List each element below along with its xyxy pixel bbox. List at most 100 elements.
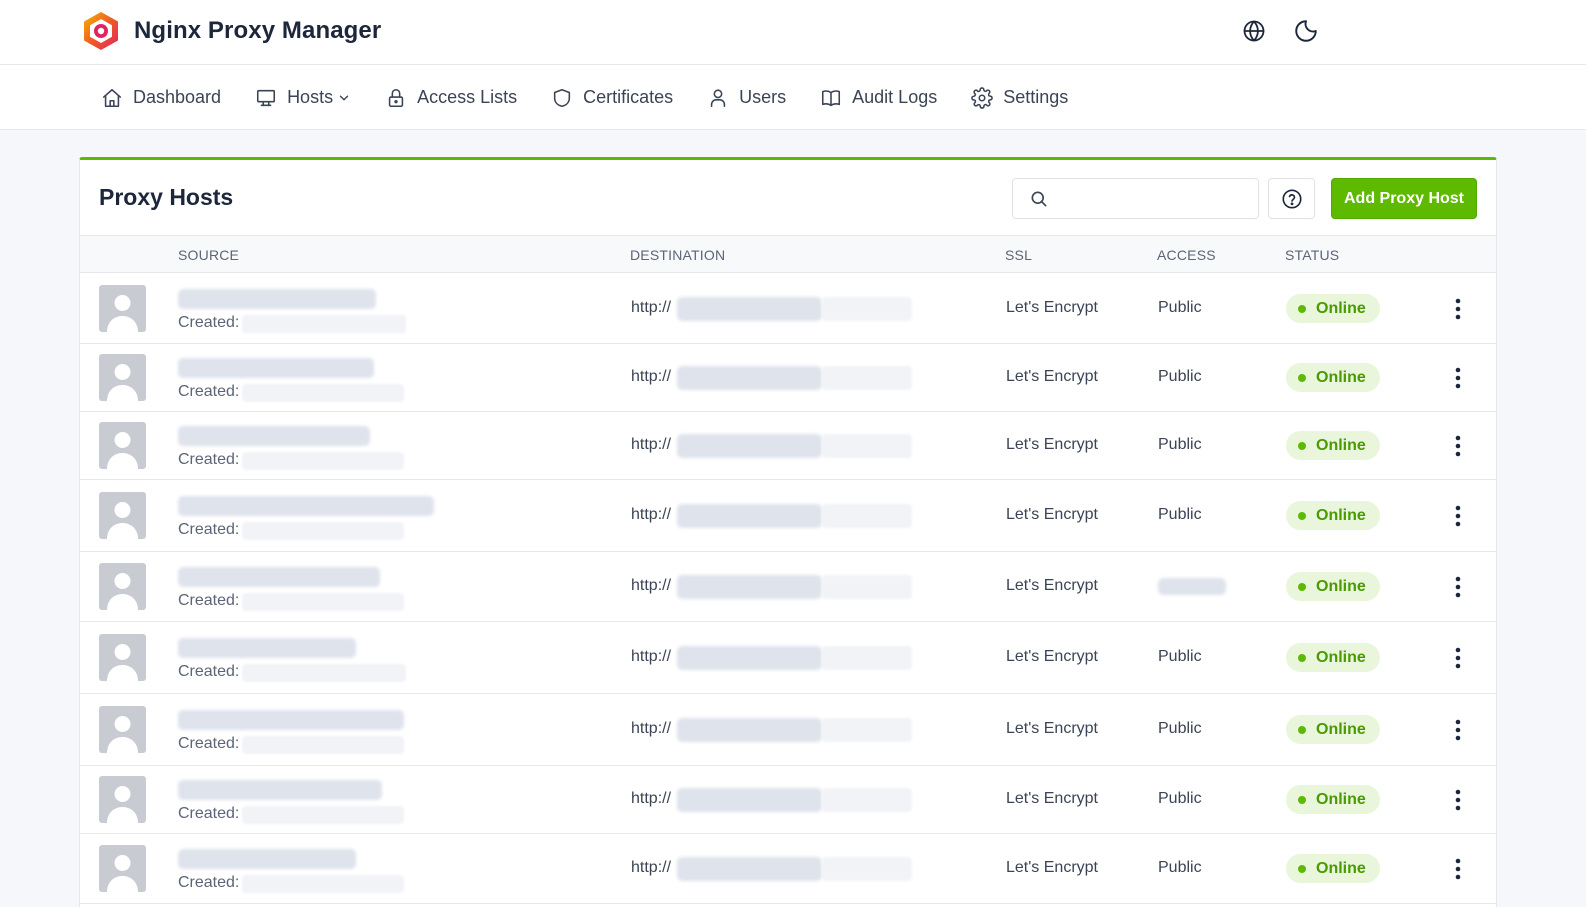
destination-redacted: [677, 504, 822, 528]
table-row[interactable]: Created: http:// Let's Encrypt Public On…: [80, 834, 1496, 904]
nav-item-dashboard[interactable]: Dashboard: [100, 65, 221, 130]
access-value: Public: [1158, 506, 1202, 523]
card-header: Proxy Hosts Add Proxy Host: [80, 160, 1496, 236]
monitor-icon: [254, 86, 278, 110]
created-date-redacted: [242, 452, 404, 470]
status-label: Online: [1316, 299, 1366, 317]
created-label: Created:: [178, 592, 240, 609]
gear-icon: [970, 86, 994, 110]
status-badge: Online: [1286, 785, 1380, 814]
nav-item-label: Access Lists: [417, 87, 518, 107]
created-date-redacted: [242, 593, 404, 611]
row-actions-button[interactable]: [1446, 573, 1470, 601]
row-actions-button[interactable]: [1446, 502, 1470, 530]
table-row[interactable]: Created: http:// Let's Encrypt Public On…: [80, 766, 1496, 834]
nav-item-label: Settings: [1003, 87, 1069, 107]
globe-icon[interactable]: [1240, 17, 1268, 45]
chevron-down-icon: [337, 91, 351, 105]
nav-item-settings[interactable]: Settings: [970, 65, 1068, 130]
destination-port-redacted: [822, 646, 912, 670]
table-row[interactable]: Created: http:// Let's Encrypt Public On…: [80, 480, 1496, 552]
created-date-redacted: [242, 875, 404, 893]
destination-port-redacted: [822, 297, 912, 321]
row-actions-button[interactable]: [1446, 786, 1470, 814]
avatar: [99, 634, 146, 681]
more-vertical-icon: [1455, 435, 1461, 457]
row-actions-button[interactable]: [1446, 644, 1470, 672]
destination-redacted: [677, 788, 822, 812]
status-dot-icon: [1298, 795, 1306, 804]
status-badge: Online: [1286, 363, 1380, 392]
status-badge: Online: [1286, 431, 1380, 460]
row-actions-button[interactable]: [1446, 716, 1470, 744]
book-icon: [819, 86, 843, 110]
row-actions-button[interactable]: [1446, 364, 1470, 392]
avatar: [99, 492, 146, 539]
table-header: SOURCE DESTINATION SSL ACCESS STATUS: [80, 236, 1496, 273]
destination-redacted: [677, 575, 822, 599]
table-row[interactable]: Created: http:// Let's Encrypt Online: [80, 552, 1496, 622]
more-vertical-icon: [1455, 719, 1461, 741]
app-logo-icon: [84, 12, 118, 50]
status-label: Online: [1316, 368, 1366, 386]
help-button[interactable]: [1268, 178, 1315, 219]
user-icon: [706, 86, 730, 110]
row-actions-button[interactable]: [1446, 855, 1470, 883]
ssl-value: Let's Encrypt: [1006, 436, 1098, 453]
column-header-source[interactable]: SOURCE: [178, 247, 239, 263]
destination-prefix: http://: [631, 720, 672, 737]
column-header-ssl[interactable]: SSL: [1005, 247, 1032, 263]
column-header-access[interactable]: ACCESS: [1157, 247, 1216, 263]
source-domain-redacted: [178, 849, 356, 869]
nav-item-access-lists[interactable]: Access Lists: [384, 65, 517, 130]
lock-icon: [384, 86, 408, 110]
search-box[interactable]: [1012, 178, 1259, 219]
destination-prefix: http://: [631, 506, 672, 523]
ssl-value: Let's Encrypt: [1006, 506, 1098, 523]
destination-prefix: http://: [631, 790, 672, 807]
nav-item-label: Users: [739, 87, 787, 107]
nav-item-users[interactable]: Users: [706, 65, 786, 130]
source-domain-redacted: [178, 289, 376, 309]
access-value: Public: [1158, 720, 1202, 737]
column-header-destination[interactable]: DESTINATION: [630, 247, 725, 263]
nav-item-label: Audit Logs: [852, 87, 938, 107]
more-vertical-icon: [1455, 789, 1461, 811]
created-label: Created:: [178, 314, 240, 331]
destination-redacted: [677, 857, 822, 881]
search-input[interactable]: [1057, 179, 1252, 218]
created-label: Created:: [178, 663, 240, 680]
created-date-redacted: [242, 664, 406, 682]
row-actions-button[interactable]: [1446, 295, 1470, 323]
status-label: Online: [1316, 436, 1366, 454]
moon-icon[interactable]: [1292, 17, 1320, 45]
table-row[interactable]: Created: http:// Let's Encrypt Public On…: [80, 694, 1496, 766]
add-proxy-host-button[interactable]: Add Proxy Host: [1331, 178, 1477, 219]
table-row[interactable]: Created: http:// Let's Encrypt Public On…: [80, 412, 1496, 480]
destination-prefix: http://: [631, 577, 672, 594]
destination-port-redacted: [822, 788, 912, 812]
table-row[interactable]: Created: http:// Let's Encrypt Public On…: [80, 273, 1496, 344]
nav-item-certificates[interactable]: Certificates: [550, 65, 673, 130]
destination-port-redacted: [822, 434, 912, 458]
avatar: [99, 422, 146, 469]
nav-item-audit-logs[interactable]: Audit Logs: [819, 65, 937, 130]
avatar: [99, 845, 146, 892]
more-vertical-icon: [1455, 367, 1461, 389]
app-title: Nginx Proxy Manager: [134, 17, 382, 44]
search-icon: [1031, 191, 1047, 207]
destination-prefix: http://: [631, 859, 672, 876]
destination-redacted: [677, 646, 822, 670]
brand[interactable]: Nginx Proxy Manager: [82, 11, 381, 51]
status-label: Online: [1316, 859, 1366, 877]
access-value: Public: [1158, 299, 1202, 316]
column-header-status[interactable]: STATUS: [1285, 247, 1339, 263]
created-date-redacted: [242, 806, 404, 824]
table-row[interactable]: Created: http:// Let's Encrypt Public On…: [80, 622, 1496, 694]
row-actions-button[interactable]: [1446, 432, 1470, 460]
created-date-redacted: [242, 315, 406, 333]
table-row[interactable]: Created: http:// Let's Encrypt Public On…: [80, 344, 1496, 412]
ssl-value: Let's Encrypt: [1006, 368, 1098, 385]
nav-item-hosts[interactable]: Hosts: [254, 65, 351, 130]
status-dot-icon: [1298, 582, 1306, 591]
